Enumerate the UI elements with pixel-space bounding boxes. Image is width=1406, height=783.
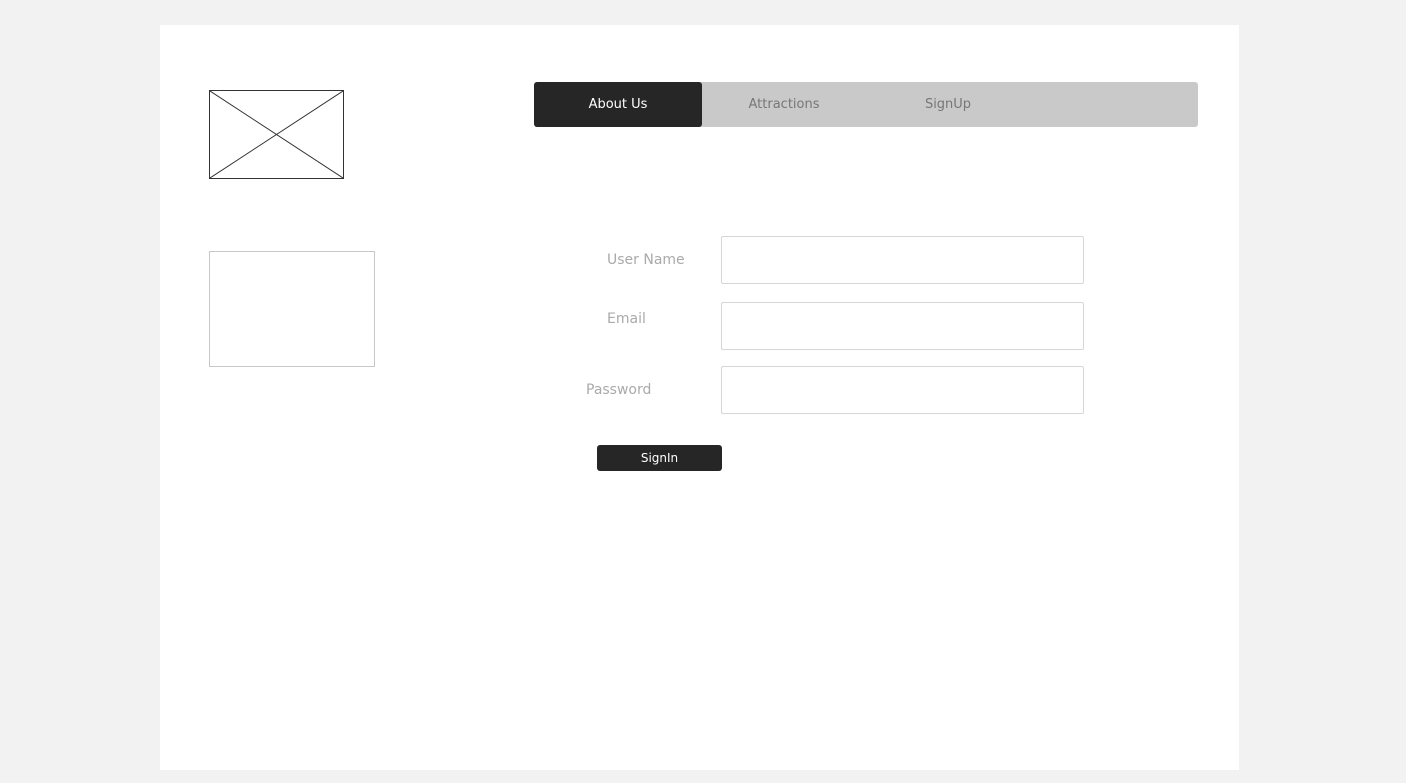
nav-item-attractions[interactable]: Attractions	[702, 82, 866, 127]
page-canvas: About Us Attractions SignUp User Name Em…	[160, 25, 1239, 770]
username-input[interactable]	[721, 236, 1084, 284]
main-nav: About Us Attractions SignUp	[534, 82, 1198, 127]
password-input[interactable]	[721, 366, 1084, 414]
image-placeholder-icon	[209, 90, 344, 179]
side-content-box	[209, 251, 375, 367]
email-input[interactable]	[721, 302, 1084, 350]
username-label: User Name	[607, 252, 685, 268]
email-label: Email	[607, 311, 646, 327]
nav-item-signup[interactable]: SignUp	[866, 82, 1030, 127]
image-placeholder-cross	[210, 91, 343, 178]
nav-item-about-us[interactable]: About Us	[534, 82, 702, 127]
signin-button[interactable]: SignIn	[597, 445, 722, 471]
password-label: Password	[586, 382, 652, 398]
